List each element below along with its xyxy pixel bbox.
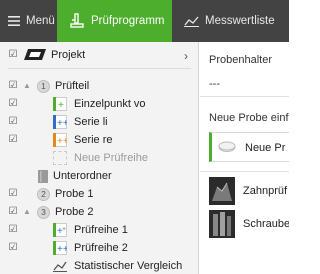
chevron-right-icon[interactable]: › [184,49,188,63]
collapse-icon[interactable]: ▲ [23,207,33,217]
tree-item-project[interactable]: ☑ Projekt › [0,46,199,64]
single-point-icon: + [53,97,67,114]
tree-item-serie-li[interactable]: ☑ ++ Serie li [0,113,199,131]
svg-text:++: ++ [57,244,67,255]
checkbox-icon[interactable]: ☑ [8,99,18,109]
tab-messwertliste-label: Messwertliste [205,15,275,27]
probe1-label: Probe 1 [55,188,94,200]
card-zahnpruef-label: Zahnprüf [243,185,288,197]
tree-item-neue-pruefreihe[interactable]: Neue Prüfreihe [0,149,199,167]
checkbox-icon[interactable]: ☑ [8,207,18,217]
unterordner-label: Unterordner [53,170,112,182]
divider [200,171,289,172]
divider [200,96,289,97]
test-series-icon: ++ [53,241,69,258]
tree-item-pruefreihe1[interactable]: ☑ + + Prüfreihe 1 [0,221,199,239]
svg-text:++: ++ [57,118,67,129]
statistik-label: Statistischer Vergleich [74,260,183,272]
checkbox-icon[interactable]: ☑ [8,135,18,145]
tree-item-einzelpunkt[interactable]: ☑ + Einzelpunkt vo [0,95,199,113]
einzelpunkt-label: Einzelpunkt vo [74,98,146,110]
svg-text:++: ++ [57,136,67,147]
neue-pruefreihe-label: Neue Prüfreihe [74,152,148,164]
pruefreihe1-label: Prüfreihe 1 [74,224,128,236]
card-schraube-label: Schraube [243,218,289,230]
menu-label: Menü [26,15,55,27]
serie-li-label: Serie li [74,116,108,128]
checkbox-icon[interactable]: ☑ [8,189,18,199]
neue-probe-item-label: Neue Pr [245,142,286,154]
node-number-badge: 1 [37,79,50,93]
tree-item-statistik[interactable]: Statistischer Vergleich [0,257,199,274]
project-label: Projekt [51,49,86,61]
neue-probe-button[interactable]: Neue Pr [209,132,289,162]
tree-item-unterordner[interactable]: Unterordner [0,167,199,185]
screw-image [209,210,235,238]
divider [8,68,191,69]
placeholder-box-icon [53,151,67,165]
sample-disc-icon [218,141,236,156]
statistics-icon [53,260,67,274]
pruefteil-label: Prüfteil [55,80,90,92]
folder-icon [37,170,49,186]
probenhalter-label: Probenhalter [209,54,272,66]
hamburger-icon [8,16,20,26]
probenhalter-select[interactable]: --- [209,78,220,90]
series-icon: ++ [53,115,69,132]
series-icon: ++ [53,133,69,150]
node-number-badge: 3 [37,205,50,219]
checkbox-icon[interactable]: ☑ [8,117,18,127]
checkbox-icon[interactable]: ☑ [8,81,18,91]
neue-probe-header: Neue Probe einfüg [209,112,289,124]
sample-card-zahnpruef[interactable]: Zahnprüf [209,177,289,205]
tab-messwertliste[interactable]: Messwertliste [172,0,289,42]
checkbox-icon[interactable]: ☑ [8,243,18,253]
checkbox-icon[interactable]: ☑ [8,225,18,235]
collapse-icon[interactable]: ▲ [23,81,33,91]
gear-tooth-image [209,177,235,205]
svg-text:+: + [58,100,64,111]
tab-pruefprogramm[interactable]: Prüfprogramm [57,0,172,42]
checkbox-icon[interactable]: ☑ [8,50,18,60]
tab-pruefprogramm-label: Prüfprogramm [91,15,165,27]
probe2-label: Probe 2 [55,206,94,218]
test-program-icon [69,13,85,29]
tree-item-pruefteil[interactable]: ☑ ▲ 1 Prüfteil [0,77,199,95]
project-tree: ☑ Projekt › ☑ ▲ 1 Prüfteil ☑ + Einzelpun… [0,42,199,274]
top-toolbar: Menü Prüfprogramm Messwertliste [0,0,289,42]
svg-text:+: + [62,226,66,233]
serie-re-label: Serie re [74,134,113,146]
detail-panel: Probenhalter --- Neue Probe einfüg Neue … [200,42,289,274]
node-number-badge: 2 [37,187,50,201]
tree-item-pruefreihe2[interactable]: ☑ ++ Prüfreihe 2 [0,239,199,257]
menu-button[interactable]: Menü [0,0,57,42]
pruefreihe2-label: Prüfreihe 2 [74,242,128,254]
tree-item-serie-re[interactable]: ☑ ++ Serie re [0,131,199,149]
chart-line-icon [184,15,199,27]
project-logo-icon [24,49,46,63]
sample-card-schraube[interactable]: Schraube [209,210,289,238]
tree-item-probe1[interactable]: ☑ 2 Probe 1 [0,185,199,203]
test-series-icon: ++ [53,223,67,240]
tree-item-probe2[interactable]: ☑ ▲ 3 Probe 2 [0,203,199,221]
